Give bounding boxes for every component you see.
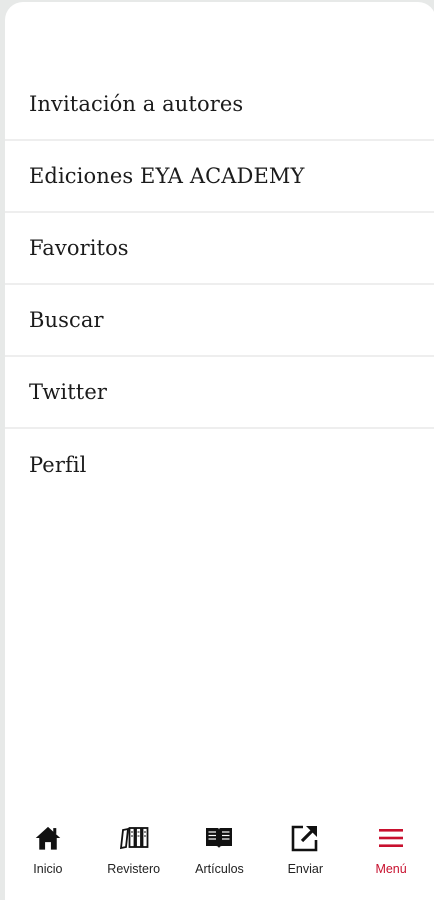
home-icon bbox=[32, 822, 64, 854]
tab-label: Revistero bbox=[107, 862, 161, 876]
bottom-tab-bar: Inicio Revistero Artículos Enviar Menú bbox=[5, 812, 434, 900]
menu-item-twitter[interactable]: Twitter bbox=[5, 357, 434, 429]
menu-item-buscar[interactable]: Buscar bbox=[5, 285, 434, 357]
tab-label: Inicio bbox=[33, 862, 63, 876]
menu-item-perfil[interactable]: Perfil bbox=[5, 429, 434, 501]
menu-item-ediciones[interactable]: Ediciones EYA ACADEMY bbox=[5, 141, 434, 213]
menu-item-label: Invitación a autores bbox=[29, 92, 244, 116]
menu-item-label: Ediciones EYA ACADEMY bbox=[29, 164, 305, 188]
menu-item-label: Buscar bbox=[29, 308, 104, 332]
tab-label: Menú bbox=[375, 862, 407, 876]
menu-item-label: Favoritos bbox=[29, 236, 129, 260]
tab-revistero[interactable]: Revistero bbox=[91, 812, 177, 900]
magazines-icon bbox=[118, 822, 150, 854]
tab-label: Enviar bbox=[287, 862, 323, 876]
menu-item-label: Twitter bbox=[29, 380, 107, 404]
menu-item-invitacion-autores[interactable]: Invitación a autores bbox=[5, 69, 434, 141]
open-book-icon bbox=[203, 822, 235, 854]
tab-menu[interactable]: Menú bbox=[348, 812, 434, 900]
tab-label: Artículos bbox=[195, 862, 244, 876]
tab-enviar[interactable]: Enviar bbox=[262, 812, 348, 900]
hamburger-menu-icon bbox=[375, 822, 407, 854]
menu-list: Invitación a autores Ediciones EYA ACADE… bbox=[5, 69, 434, 501]
app-screen: Invitación a autores Ediciones EYA ACADE… bbox=[5, 2, 434, 900]
menu-item-label: Perfil bbox=[29, 453, 87, 477]
menu-item-favoritos[interactable]: Favoritos bbox=[5, 213, 434, 285]
tab-inicio[interactable]: Inicio bbox=[5, 812, 91, 900]
share-icon bbox=[289, 822, 321, 854]
tab-articulos[interactable]: Artículos bbox=[177, 812, 263, 900]
